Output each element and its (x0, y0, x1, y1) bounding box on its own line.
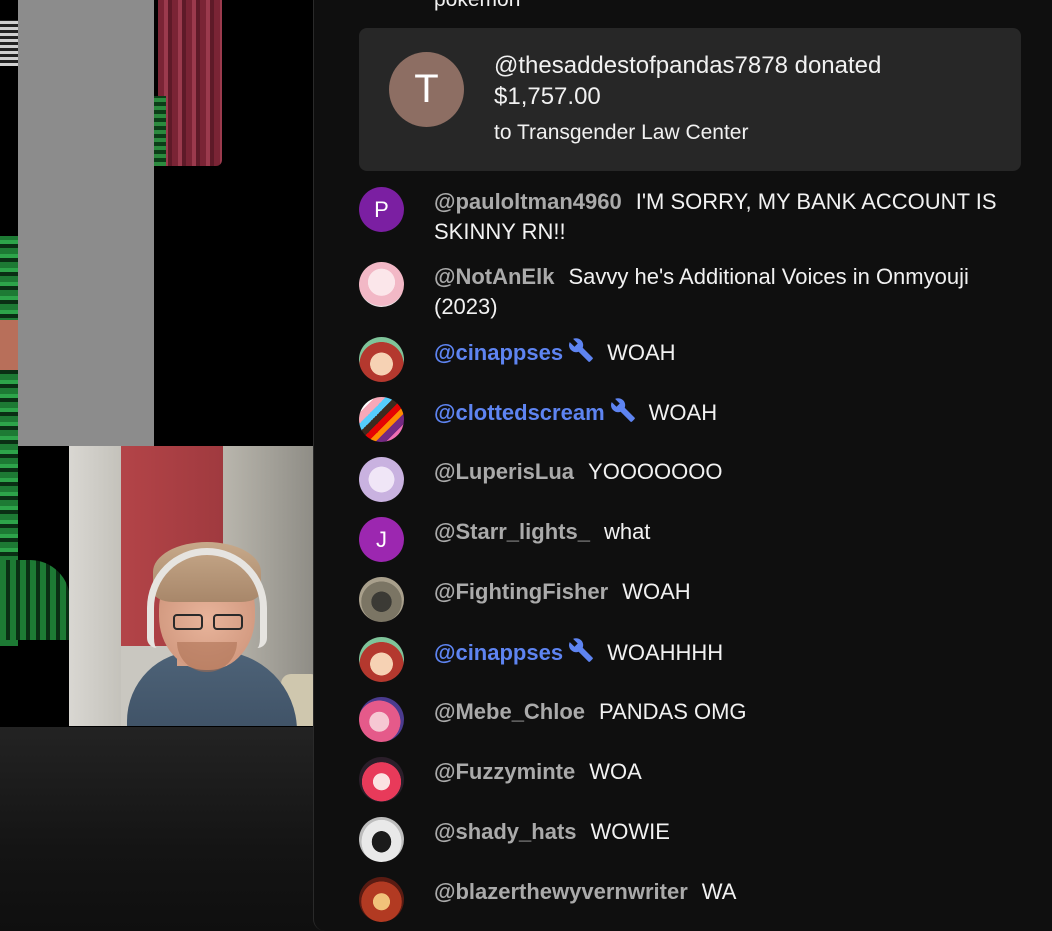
chat-author-name[interactable]: @Fuzzyminte (434, 759, 575, 784)
chat-message-text: WOAHHHH (607, 640, 724, 665)
chat-message-text: WOWIE (590, 819, 670, 844)
chat-message-body: @cinappses WOAH (434, 337, 1034, 371)
chat-message-text: WOAH (622, 579, 691, 604)
chat-message-text: what (603, 519, 651, 544)
moderator-wrench-icon (609, 397, 637, 431)
user-avatar[interactable] (359, 337, 404, 382)
chat-author-name[interactable]: @pauloltman4960 (434, 189, 622, 214)
chat-message-body: @NotAnElk Savvy he's Additional Voices in… (434, 262, 1034, 322)
chat-message-text: WA (701, 879, 737, 904)
user-avatar[interactable]: J (359, 517, 404, 562)
user-avatar[interactable] (359, 457, 404, 502)
video-player[interactable] (0, 0, 313, 931)
live-chat-panel[interactable]: pokemon T @thesaddestofpandas7878 donate… (313, 0, 1052, 931)
user-avatar[interactable] (359, 757, 404, 802)
chat-message-text: WOA (589, 759, 642, 784)
donor-avatar[interactable]: T (389, 52, 464, 127)
chat-message-body: @Starr_lights_ what (434, 517, 1034, 547)
chat-message-body: @shady_hats WOWIE (434, 817, 1034, 847)
game-pillar (158, 0, 222, 166)
donation-card: T @thesaddestofpandas7878 donated $1,757… (359, 28, 1021, 171)
chat-author-name[interactable]: @cinappses (434, 640, 563, 665)
game-bush (0, 560, 70, 640)
game-vine (154, 96, 166, 166)
user-avatar[interactable] (359, 397, 404, 442)
user-avatar[interactable] (359, 637, 404, 682)
chat-author-name[interactable]: @FightingFisher (434, 579, 608, 604)
user-avatar[interactable] (359, 262, 404, 307)
donation-recipient: to Transgender Law Center (494, 121, 749, 144)
user-avatar[interactable] (359, 817, 404, 862)
moderator-wrench-icon (567, 637, 595, 671)
game-wall (18, 0, 154, 446)
chat-author-name[interactable]: @LuperisLua (434, 459, 574, 484)
game-sprite-top (0, 20, 18, 66)
chat-author-name[interactable]: @Starr_lights_ (434, 519, 590, 544)
video-bottom-shade (0, 727, 313, 931)
chat-author-name[interactable]: @Mebe_Chloe (434, 699, 585, 724)
webcam-wall (69, 446, 121, 726)
webcam-overlay (69, 446, 313, 726)
chat-message-body: @cinappses WOAHHHH (434, 637, 1034, 671)
chat-message-body: @Mebe_Chloe PANDAS OMG (434, 697, 1034, 727)
chat-message-body: @LuperisLua YOOOOOOO (434, 457, 1034, 487)
user-avatar[interactable] (359, 697, 404, 742)
chat-message-text: PANDAS OMG (599, 699, 747, 724)
chat-author-name[interactable]: @cinappses (434, 340, 563, 365)
user-avatar[interactable] (359, 577, 404, 622)
chat-message-body: @FightingFisher WOAH (434, 577, 1034, 607)
chat-author-name[interactable]: @clottedscream (434, 400, 605, 425)
user-avatar[interactable]: P (359, 187, 404, 232)
chat-message-body: @clottedscream WOAH (434, 397, 1034, 431)
livestream-view: pokemon T @thesaddestofpandas7878 donate… (0, 0, 1052, 931)
chat-message-body: @Fuzzyminte WOA (434, 757, 1034, 787)
chat-author-name[interactable]: @shady_hats (434, 819, 577, 844)
game-sprite (0, 320, 18, 370)
chat-message-text: WOAH (648, 400, 718, 425)
donation-text: @thesaddestofpandas7878 donated $1,757.0… (494, 52, 882, 110)
streamer-glasses (173, 614, 245, 632)
chat-author-name[interactable]: @blazerthewyvernwriter (434, 879, 688, 904)
user-avatar[interactable] (359, 877, 404, 922)
moderator-wrench-icon (567, 337, 595, 371)
chat-message-text: YOOOOOOO (588, 459, 723, 484)
chat-message-body: @blazerthewyvernwriter WA (434, 877, 1034, 907)
chat-message-text: WOAH (607, 340, 676, 365)
chat-author-name[interactable]: @NotAnElk (434, 264, 554, 289)
previous-message-text: pokemon (434, 0, 520, 12)
chat-message-body: @pauloltman4960 I'M SORRY, MY BANK ACCOUN… (434, 187, 1034, 247)
